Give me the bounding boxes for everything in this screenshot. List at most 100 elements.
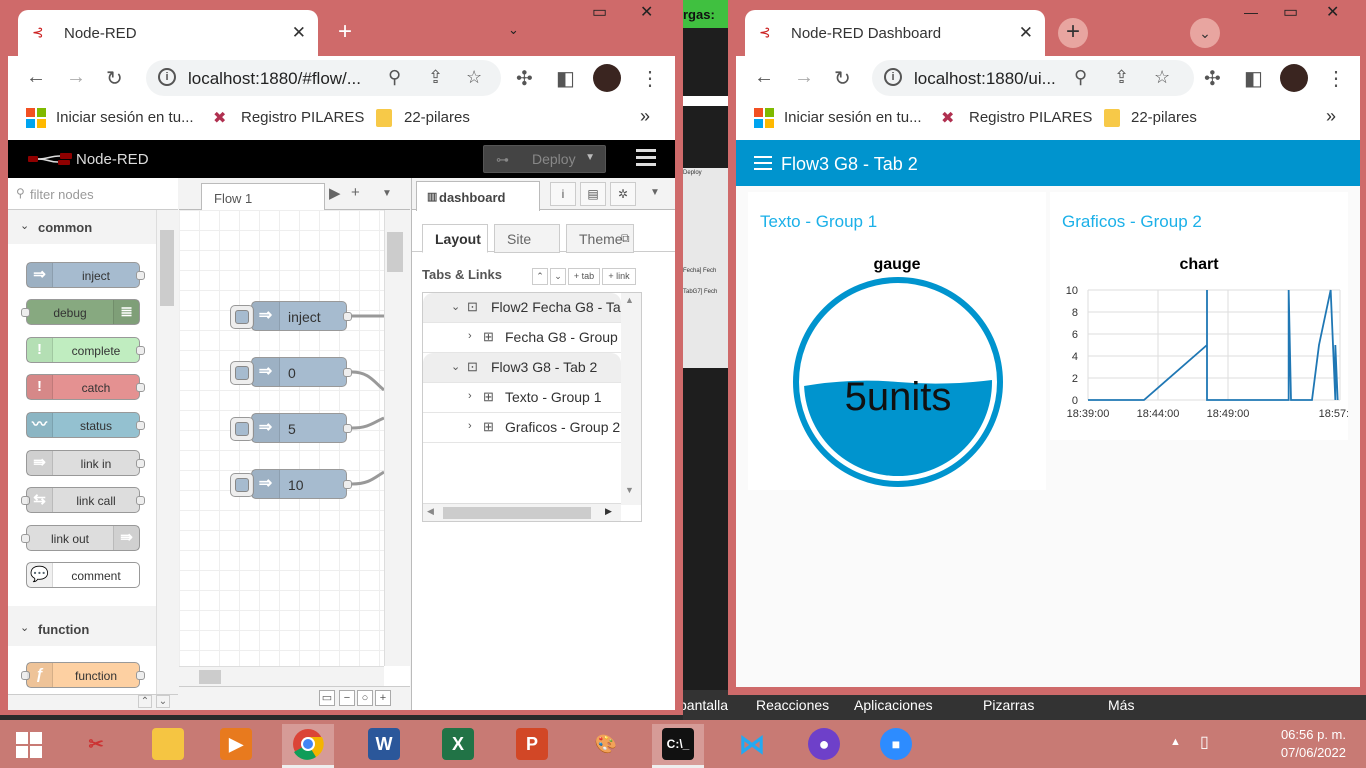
start-button[interactable] — [4, 724, 56, 768]
expand-tree-icon[interactable]: ⌄ — [550, 268, 566, 285]
help-book-icon[interactable]: ▤ — [580, 182, 606, 206]
inject-trigger-button[interactable] — [230, 305, 254, 329]
side-panel-icon[interactable]: ◧ — [1244, 66, 1263, 91]
inject-trigger-button[interactable] — [230, 417, 254, 441]
output-port[interactable] — [343, 480, 352, 489]
tab-dashboard[interactable]: ▥ dashboard — [416, 181, 540, 211]
address-bar[interactable]: i localhost:1880/#flow/... ⚲ ⇪ ☆ — [146, 60, 501, 96]
bookmark-star-icon[interactable]: ☆ — [466, 67, 482, 88]
navigator-icon[interactable]: ▭ — [319, 690, 335, 706]
tab-flow-1[interactable]: Flow 1 — [201, 183, 325, 211]
reload-icon[interactable]: ↻ — [834, 66, 851, 91]
new-tab-button[interactable]: + — [1058, 18, 1088, 48]
taskbar-media-player[interactable]: ▶ — [210, 724, 262, 768]
close-window-icon[interactable]: ✕ — [1326, 2, 1339, 22]
bookmark-item[interactable]: Iniciar sesión en tu... — [784, 109, 922, 126]
more-bookmarks-icon[interactable]: » — [640, 106, 650, 127]
url-text[interactable]: localhost:1880/#flow/... — [188, 69, 361, 89]
tree-item-tab[interactable]: ⌄ ⊡ Flow2 Fecha G8 - Tab — [423, 293, 621, 323]
taskbar-snipping-tool[interactable]: ✂ — [70, 724, 122, 768]
zoom-icon[interactable]: ⚲ — [1074, 67, 1087, 88]
tab-layout[interactable]: Layout — [422, 224, 488, 253]
palette-scrollbar[interactable] — [156, 210, 178, 694]
site-info-icon[interactable]: i — [884, 68, 902, 86]
system-clock[interactable]: 06:56 p. m. 07/06/2022 — [1281, 726, 1346, 762]
palette-node-link-out[interactable]: link out ⇛ — [21, 525, 140, 551]
palette-node-complete[interactable]: ! complete — [26, 337, 145, 363]
chevron-down-icon[interactable]: ⌄ — [451, 360, 460, 373]
background-item[interactable]: Reacciones — [756, 697, 829, 713]
palette-node-status[interactable]: 〰 status — [26, 412, 145, 438]
palette-node-catch[interactable]: ! catch — [26, 374, 145, 400]
dashboard-menu-icon[interactable] — [754, 156, 772, 174]
main-menu-icon[interactable] — [636, 149, 656, 170]
output-port[interactable] — [343, 312, 352, 321]
browser-tab-nodered[interactable]: ⊰ Node-RED ✕ — [18, 10, 318, 56]
share-icon[interactable]: ⇪ — [428, 67, 443, 88]
deploy-button[interactable]: ⊶ Deploy ▼ — [483, 145, 606, 173]
taskbar-github[interactable]: ● — [798, 724, 850, 768]
minimize-icon[interactable]: — — [1244, 4, 1258, 20]
profile-avatar[interactable] — [1280, 64, 1308, 92]
menu-dots-icon[interactable]: ⋮ — [1326, 66, 1346, 91]
extensions-icon[interactable]: ✣ — [1204, 66, 1221, 91]
output-port[interactable] — [343, 368, 352, 377]
palette-node-debug[interactable]: debug ≣ — [21, 299, 140, 325]
extensions-icon[interactable]: ✣ — [516, 66, 533, 91]
browser-tab-dashboard[interactable]: ⊰ Node-RED Dashboard ✕ — [745, 10, 1045, 56]
tree-item-tab[interactable]: ⌄ ⊡ Flow3 G8 - Tab 2 — [423, 353, 621, 383]
flow-node-inject-0[interactable]: ⇒ 0 — [230, 357, 352, 387]
add-tab-button[interactable]: + tab — [568, 268, 600, 285]
battery-icon[interactable]: ▯ — [1200, 732, 1209, 752]
bookmark-item[interactable]: Registro PILARES — [241, 109, 364, 126]
background-item[interactable]: pantalla — [679, 697, 728, 713]
background-item[interactable]: Aplicaciones — [854, 697, 933, 713]
close-window-icon[interactable]: ✕ — [640, 2, 653, 22]
zoom-icon[interactable]: ⚲ — [388, 67, 401, 88]
palette-category-function[interactable]: ⌄ function — [8, 612, 156, 646]
expand-all-icon[interactable]: ⌄ — [156, 695, 170, 708]
scrollbar-thumb[interactable] — [443, 507, 591, 519]
zoom-reset-button[interactable]: ○ — [357, 690, 373, 706]
chevron-right-icon[interactable]: › — [468, 330, 472, 342]
info-tab-icon[interactable]: i — [550, 182, 576, 206]
profile-avatar[interactable] — [593, 64, 621, 92]
palette-node-link-call[interactable]: ⇆ link call — [21, 487, 145, 513]
collapse-all-icon[interactable]: ⌃ — [138, 695, 152, 708]
tray-chevron-up-icon[interactable]: ▲ — [1170, 736, 1181, 748]
bookmark-folder[interactable]: 22-pilares — [404, 109, 470, 126]
side-panel-icon[interactable]: ◧ — [556, 66, 575, 91]
zoom-out-button[interactable]: − — [339, 690, 355, 706]
tab-theme[interactable]: Theme ⧉ — [566, 224, 634, 253]
palette-node-inject[interactable]: ⇒ inject — [26, 262, 145, 288]
flow-node-inject-5[interactable]: ⇒ 5 — [230, 413, 352, 443]
flow-list-dropdown-icon[interactable]: ▼ — [382, 188, 392, 199]
maximize-icon[interactable]: ▭ — [1283, 2, 1298, 22]
deploy-dropdown-icon[interactable]: ▼ — [585, 152, 595, 163]
palette-category-common[interactable]: ⌄ common — [8, 210, 156, 244]
tab-search-icon[interactable]: ⌄ — [508, 22, 519, 38]
taskbar-excel[interactable]: X — [432, 724, 484, 768]
inject-trigger-button[interactable] — [230, 361, 254, 385]
close-tab-icon[interactable]: ✕ — [292, 23, 306, 43]
background-item[interactable]: Pizarras — [983, 697, 1034, 713]
scrollbar-thumb[interactable] — [199, 670, 221, 684]
add-flow-icon[interactable]: + — [351, 184, 360, 201]
menu-dots-icon[interactable]: ⋮ — [640, 66, 660, 91]
palette-node-function[interactable]: ƒ function — [21, 662, 145, 688]
taskbar-file-explorer[interactable] — [142, 724, 194, 768]
bookmark-star-icon[interactable]: ☆ — [1154, 67, 1170, 88]
scrollbar-thumb[interactable] — [160, 230, 174, 306]
forward-icon[interactable]: → — [794, 66, 814, 89]
tab-search-button[interactable]: ⌄ — [1190, 18, 1220, 48]
close-tab-icon[interactable]: ✕ — [1019, 23, 1033, 43]
scroll-right-icon[interactable]: ▶ — [605, 506, 612, 517]
inject-trigger-button[interactable] — [230, 473, 254, 497]
tree-item-group[interactable]: › ⊞ Fecha G8 - Group 1 — [423, 323, 621, 353]
background-item[interactable]: Más — [1108, 697, 1134, 713]
maximize-icon[interactable]: ▭ — [592, 2, 607, 22]
scrollbar-thumb[interactable] — [387, 232, 403, 272]
tree-item-group[interactable]: › ⊞ Texto - Group 1 — [423, 383, 621, 413]
back-icon[interactable]: ← — [26, 66, 46, 89]
taskbar-zoom[interactable]: ■ — [870, 724, 922, 768]
